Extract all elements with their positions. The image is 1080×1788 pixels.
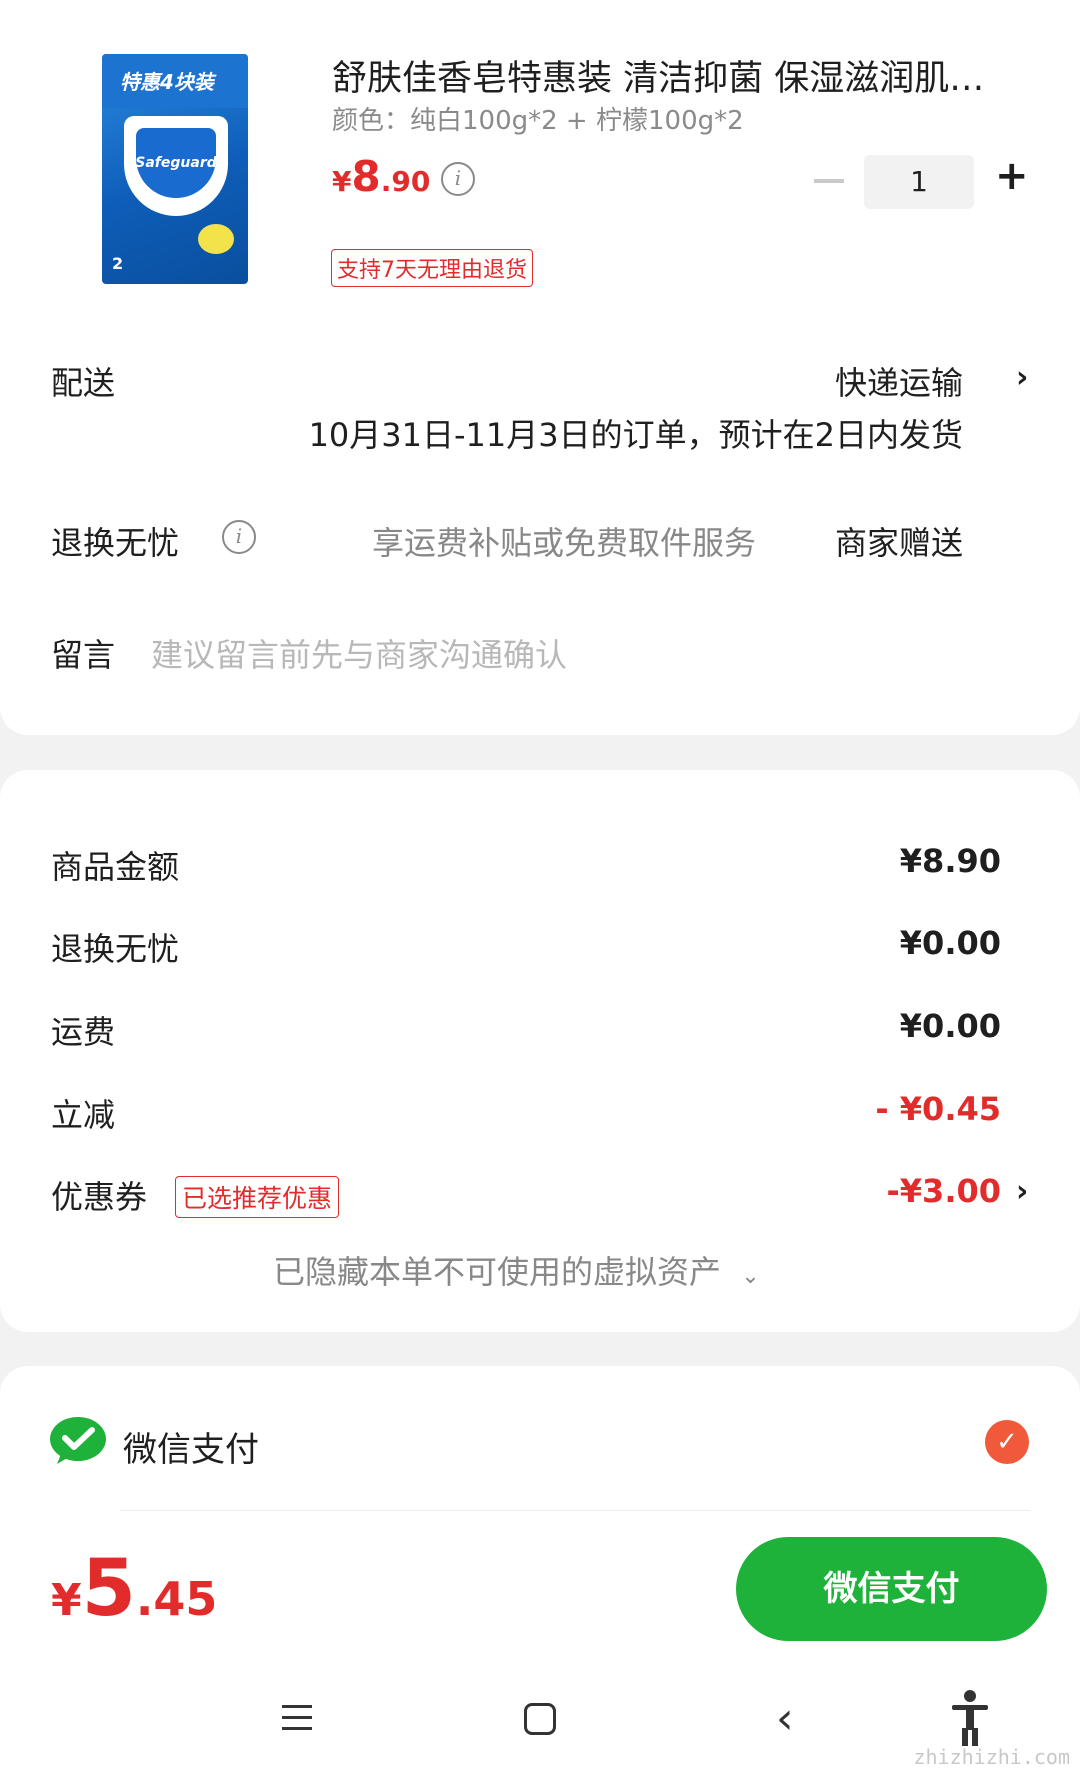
instant-discount-value: - ¥0.45 — [875, 1090, 1001, 1128]
delivery-chevron-right-icon[interactable]: › — [1016, 360, 1028, 395]
delivery-note: 10月31日-11月3日的订单，预计在2日内发货 — [308, 416, 963, 454]
coupon-recommended-tag[interactable]: 已选推荐优惠 — [175, 1176, 340, 1218]
return-policy-tag: 支持7天无理由退货 — [331, 249, 533, 287]
instant-discount-label: 立减 — [51, 1096, 116, 1134]
coupon-label: 优惠券 — [51, 1178, 148, 1216]
coupon-value[interactable]: -¥3.00 — [887, 1172, 1002, 1210]
accessibility-icon[interactable] — [950, 1688, 990, 1748]
payment-divider — [120, 1510, 1030, 1511]
total-integer: 5 — [81, 1544, 136, 1634]
quantity-increase-button[interactable]: + — [995, 156, 1029, 196]
selected-check-icon[interactable]: ✓ — [985, 1420, 1029, 1464]
menu-icon[interactable] — [282, 1705, 312, 1731]
watermark: zhizhizhi.com — [913, 1745, 1070, 1769]
lemon-graphic — [198, 224, 234, 254]
goods-amount-value: ¥8.90 — [899, 842, 1001, 880]
delivery-label: 配送 — [51, 364, 116, 402]
product-spec[interactable]: 颜色：纯白100g*2 + 柠檬100g*2 — [332, 100, 744, 137]
product-price: ¥8.90 — [332, 152, 430, 201]
goods-amount-label: 商品金额 — [51, 848, 180, 886]
chevron-down-icon: ⌄ — [741, 1264, 760, 1289]
return-service-label: 退换无忧 — [51, 524, 180, 562]
price-info-icon[interactable]: i — [441, 162, 475, 196]
total-price: ¥5.45 — [51, 1544, 217, 1634]
product-title[interactable]: 舒肤佳香皂特惠装 清洁抑菌 保湿滋润肌… — [332, 50, 1012, 101]
shipping-fee-value: ¥0.00 — [899, 1007, 1001, 1045]
total-decimal: .45 — [135, 1572, 218, 1626]
hidden-assets-text: 已隐藏本单不可使用的虚拟资产 — [273, 1253, 722, 1291]
safeguard-logo-text: Safeguard — [135, 128, 217, 198]
return-service-info-icon[interactable]: i — [222, 520, 256, 554]
coupon-chevron-right-icon[interactable]: › — [1016, 1174, 1028, 1209]
return-service-desc: 享运费补贴或免费取件服务 — [372, 524, 757, 562]
shipping-fee-label: 运费 — [51, 1013, 116, 1051]
price-decimal: .90 — [380, 165, 431, 198]
return-service-provider: 商家赠送 — [834, 524, 963, 562]
wechat-pay-icon — [50, 1417, 106, 1464]
back-icon[interactable]: ‹ — [776, 1697, 794, 1741]
return-fee-value: ¥0.00 — [899, 924, 1001, 962]
message-input[interactable]: 建议留言前先与商家沟通确认 — [151, 630, 567, 676]
message-label: 留言 — [51, 636, 116, 674]
price-symbol: ¥ — [332, 165, 352, 198]
home-icon[interactable] — [524, 1703, 556, 1735]
price-integer: 8 — [351, 152, 381, 201]
product-image-count: 2 — [112, 254, 124, 273]
hidden-assets-toggle[interactable]: 已隐藏本单不可使用的虚拟资产 ⌄ — [273, 1247, 760, 1293]
product-image[interactable]: 特惠4块装 Safeguard 2 — [102, 54, 248, 284]
return-fee-label: 退换无忧 — [51, 930, 180, 968]
safeguard-shield-logo: Safeguard — [124, 116, 228, 216]
delivery-method[interactable]: 快递运输 — [835, 358, 963, 404]
quantity-input[interactable]: 1 — [864, 155, 974, 209]
wechat-pay-label[interactable]: 微信支付 — [123, 1422, 259, 1471]
product-image-band-text: 特惠4块装 — [120, 70, 214, 94]
quantity-decrease-button[interactable] — [814, 179, 844, 183]
wechat-pay-button[interactable]: 微信支付 — [736, 1537, 1047, 1641]
total-symbol: ¥ — [51, 1575, 82, 1626]
